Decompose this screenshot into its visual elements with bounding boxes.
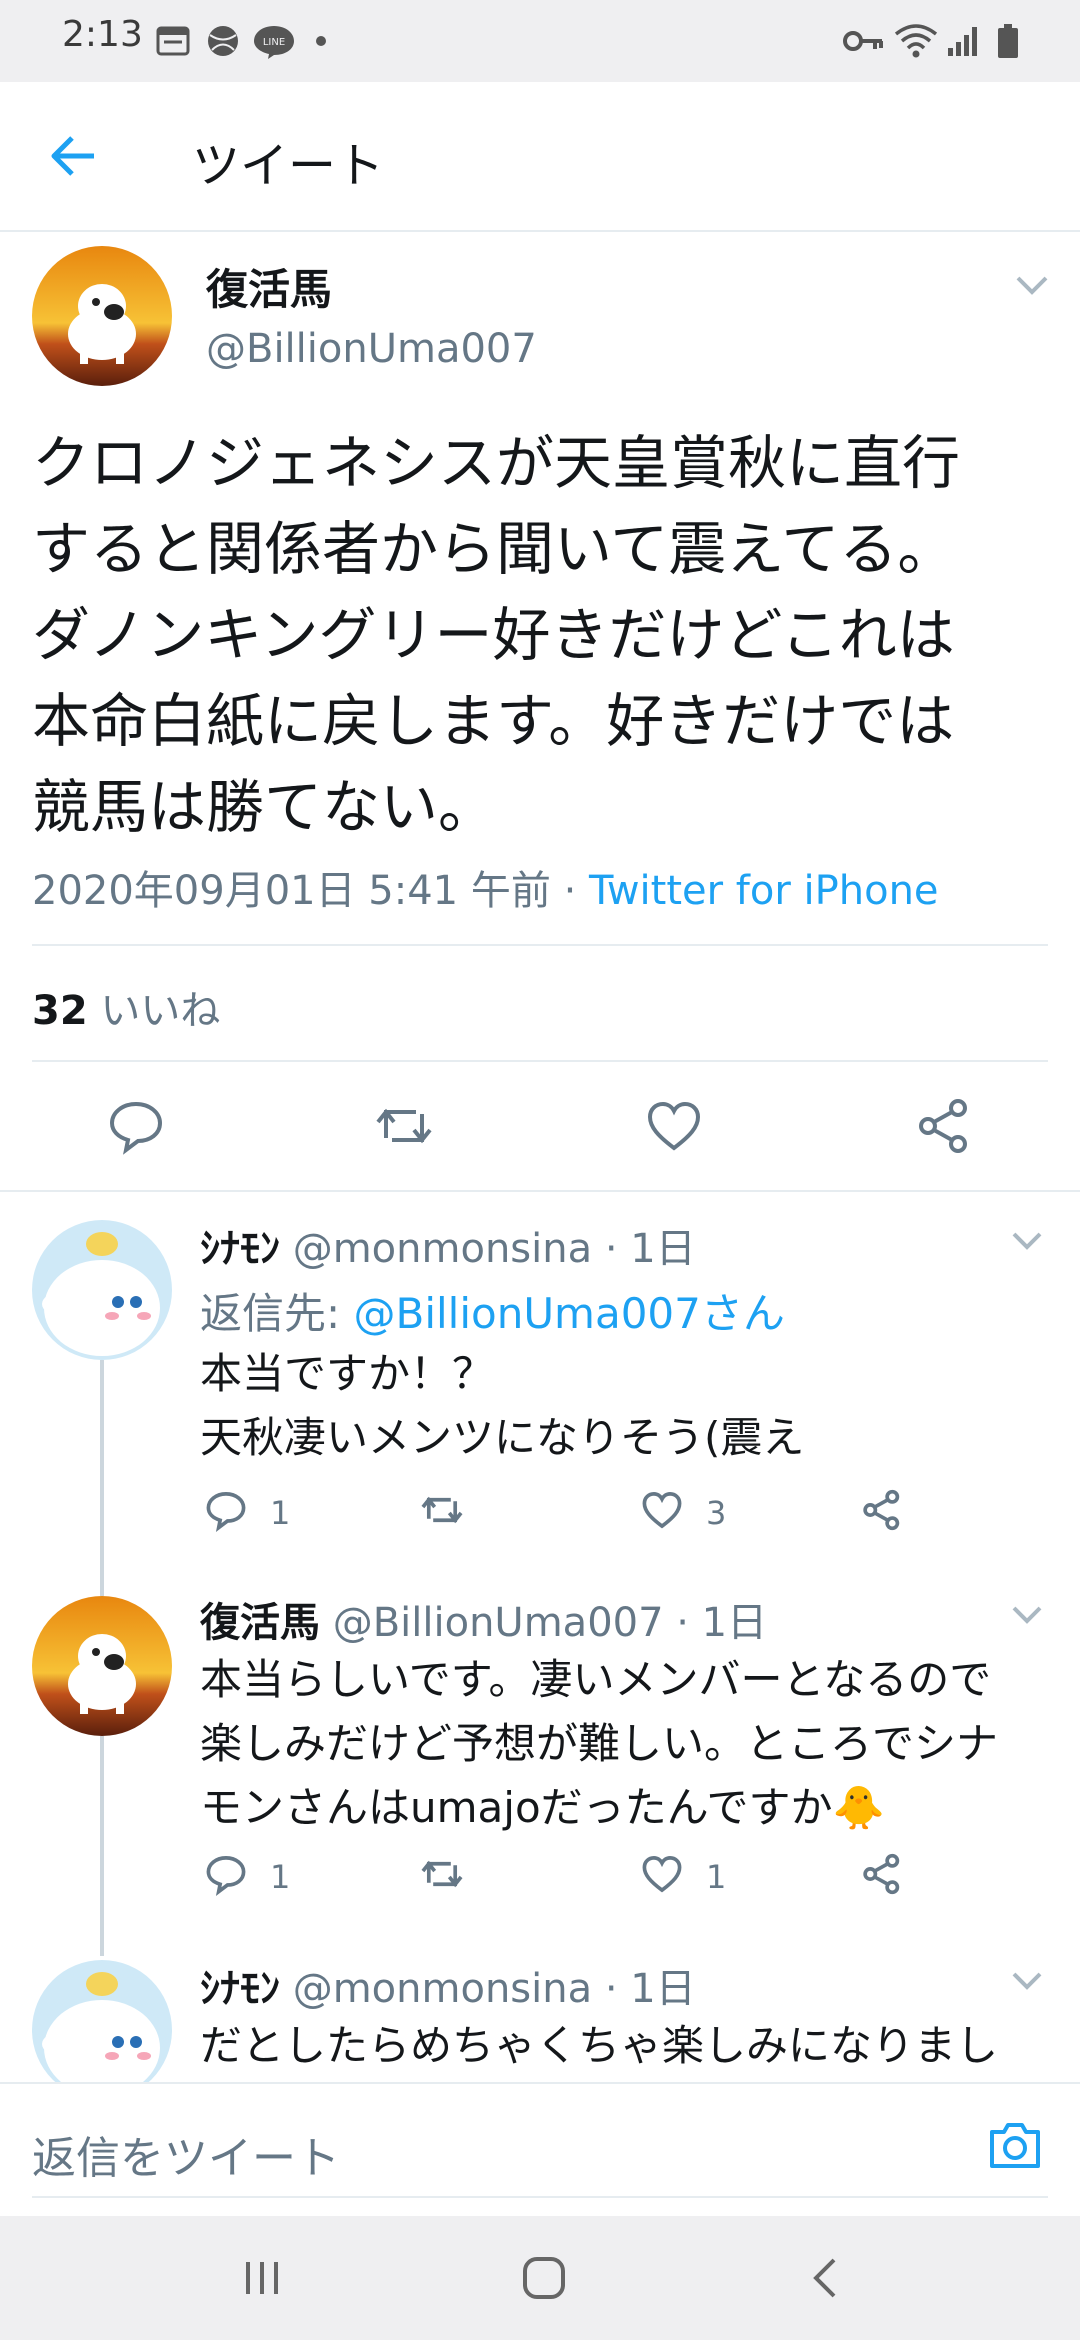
recent-apps-icon[interactable]	[240, 2256, 284, 2300]
chevron-down-icon[interactable]	[1010, 1226, 1044, 1254]
reply-icon[interactable]	[106, 1096, 166, 1156]
reply-to-line: 返信先: @BillionUma007さん	[200, 1280, 785, 1341]
chevron-down-icon[interactable]	[1010, 1966, 1044, 1994]
retweet-icon[interactable]	[374, 1096, 434, 1156]
divider	[32, 944, 1048, 946]
reply-avatar[interactable]	[32, 1960, 172, 2100]
reply-avatar[interactable]	[32, 1220, 172, 1360]
heart-icon[interactable]	[640, 1852, 684, 1896]
reply-text: 本当ですか！？ 天秋凄いメンツになりそう(震え	[200, 1349, 805, 1462]
reply-author-name[interactable]: ｼﾅﾓﾝ	[200, 1226, 280, 1272]
sports-ball-icon	[208, 26, 238, 56]
reply-author-name[interactable]: ｼﾅﾓﾝ	[200, 1966, 280, 2012]
likes-label: いいね	[87, 988, 221, 1034]
thread-line	[100, 1360, 104, 1596]
battery-icon	[998, 24, 1018, 58]
tweet-meta: 2020年09月01日 5:41 午前 · Twitter for iPhone	[32, 858, 939, 916]
reply-count: 1	[270, 1858, 291, 1896]
heart-icon[interactable]	[640, 1488, 684, 1532]
main-tweet-avatar[interactable]	[32, 246, 172, 386]
tweet-datetime: 2020年09月01日 5:41 午前	[32, 868, 551, 914]
share-icon[interactable]	[914, 1096, 974, 1156]
reply-compose-input[interactable]: 返信をツイート	[32, 2122, 340, 2186]
tweet-source-link[interactable]: Twitter for iPhone	[589, 868, 939, 914]
reply-text: 本当らしいです。凄いメンバーとなるので 楽しみだけど予想が難しい。ところでシナ …	[200, 1655, 999, 1832]
like-count: 1	[706, 1858, 727, 1896]
retweet-icon[interactable]	[420, 1488, 464, 1532]
reply-header: ｼﾅﾓﾝ @monmonsina · 1日	[200, 1216, 696, 1274]
compose-underline	[32, 2196, 1048, 2198]
reply-header: 復活馬 @BillionUma007 · 1日	[200, 1590, 767, 1648]
tweet-text: クロノジェネシスが天皇賞秋に直行 すると関係者から聞いて震えてる。 ダノンキング…	[32, 429, 961, 841]
meta-separator: ·	[550, 868, 590, 914]
page-title: ツイート	[192, 138, 385, 194]
reply-to-handle[interactable]: @BillionUma007さん	[354, 1289, 785, 1338]
line-app-icon: LINE	[254, 26, 294, 59]
chevron-down-icon[interactable]	[1014, 270, 1050, 300]
likes-summary[interactable]: 32 いいね	[32, 978, 220, 1036]
reply-header: ｼﾅﾓﾝ @monmonsina · 1日	[200, 1956, 696, 2014]
wifi-icon	[894, 24, 938, 58]
svg-text:LINE: LINE	[263, 37, 285, 48]
reply-icon[interactable]	[204, 1488, 248, 1532]
reply-to-label: 返信先:	[200, 1289, 354, 1338]
reply-avatar[interactable]	[32, 1596, 172, 1736]
status-time: 2:13	[62, 14, 143, 55]
author-name[interactable]: 復活馬	[206, 256, 332, 317]
reply-text: だとしたらめちゃくちゃ楽しみになりまし	[200, 2021, 999, 2070]
divider	[32, 1060, 1048, 1062]
thread-line	[100, 1736, 104, 1956]
back-arrow-icon[interactable]	[44, 126, 104, 186]
reply-count: 1	[270, 1494, 291, 1532]
likes-count: 32	[32, 988, 88, 1034]
reply-author-handle[interactable]: @BillionUma007 · 1日	[320, 1600, 767, 1646]
chevron-down-icon[interactable]	[1010, 1600, 1044, 1628]
reply-author-name[interactable]: 復活馬	[200, 1600, 320, 1646]
reply-author-handle[interactable]: @monmonsina · 1日	[280, 1226, 696, 1272]
share-icon[interactable]	[860, 1488, 904, 1532]
notification-dot-icon	[316, 36, 326, 46]
home-icon[interactable]	[520, 2254, 568, 2302]
back-nav-icon[interactable]	[806, 2254, 846, 2302]
heart-icon[interactable]	[644, 1096, 704, 1156]
signal-icon	[948, 27, 977, 56]
retweet-icon[interactable]	[420, 1852, 464, 1896]
divider	[0, 1190, 1080, 1192]
like-count: 3	[706, 1494, 727, 1532]
camera-icon[interactable]	[986, 2116, 1044, 2174]
reply-icon[interactable]	[204, 1852, 248, 1896]
calendar-icon	[156, 26, 190, 56]
vpn-key-icon	[843, 31, 883, 51]
app-header	[0, 82, 1080, 232]
author-handle[interactable]: @BillionUma007	[206, 326, 537, 372]
reply-author-handle[interactable]: @monmonsina · 1日	[280, 1966, 696, 2012]
share-icon[interactable]	[860, 1852, 904, 1896]
